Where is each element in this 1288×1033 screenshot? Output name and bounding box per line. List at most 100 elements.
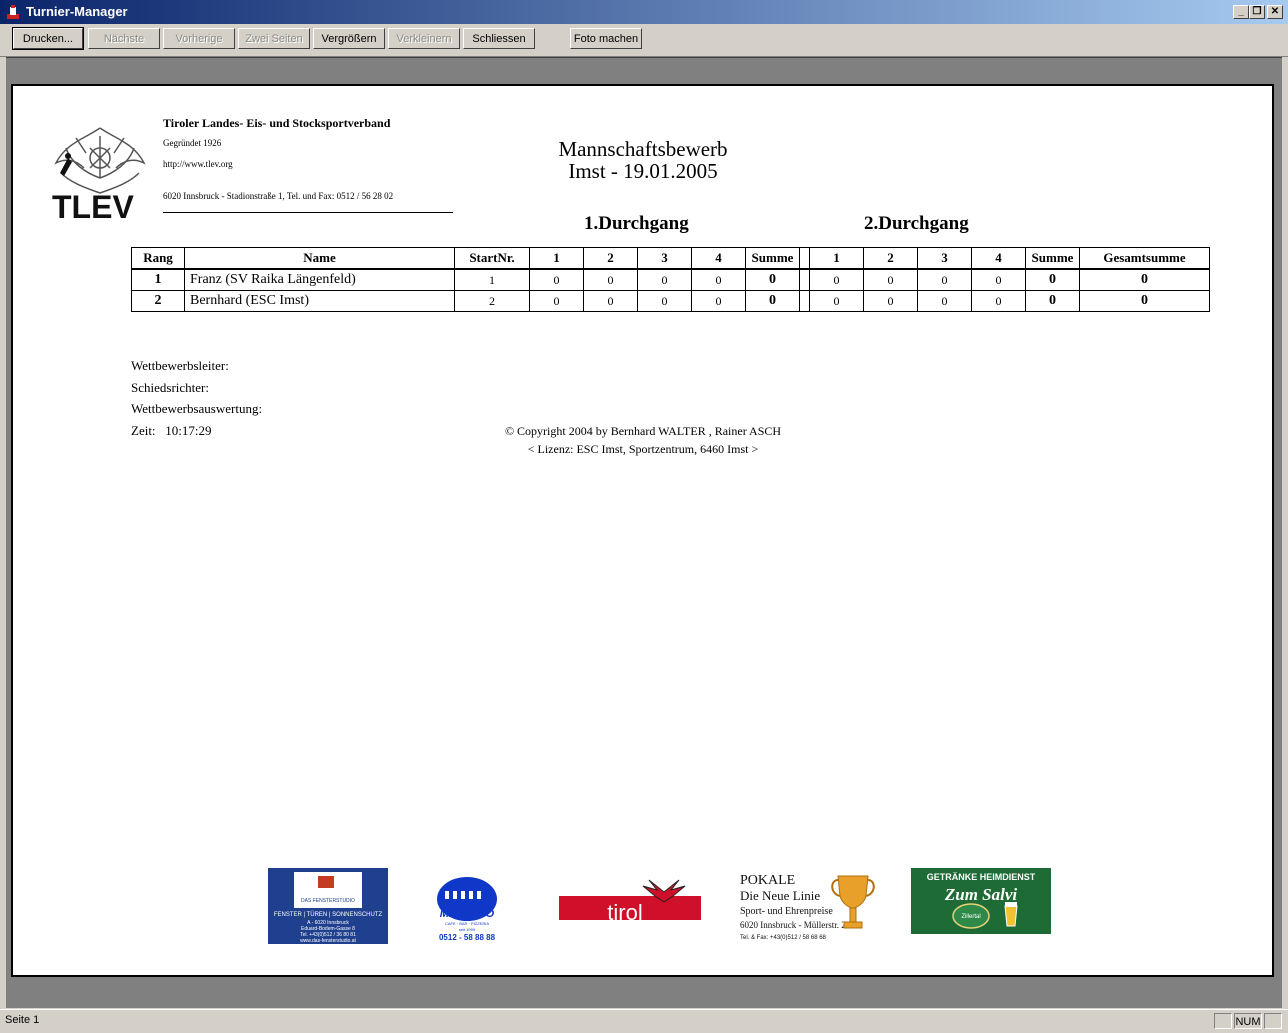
svg-text:Zum Salvi: Zum Salvi	[944, 885, 1018, 904]
sponsor-logo-fensterstudio: DAS FENSTERSTUDIO FENSTER | TÜREN | SONN…	[268, 868, 388, 944]
round-2-heading: 2.Durchgang	[864, 213, 969, 234]
sponsor-logo-maurizio: MAURIZIO CAFE · BAR · PIZZERIA seit 1999…	[437, 877, 497, 942]
print-button[interactable]: Drucken...	[12, 27, 84, 50]
svg-text:Zillertal: Zillertal	[961, 914, 980, 920]
report-subtitle: Imst - 19.01.2005	[568, 159, 718, 183]
svg-text:6020 Innsbruck - Müllerstr. 20: 6020 Innsbruck - Müllerstr. 20	[740, 920, 851, 930]
column-header: Rang	[131, 247, 185, 270]
zoom-out-button[interactable]: Verkleinern	[388, 28, 460, 49]
column-spacer	[799, 247, 810, 270]
total-cell: 0	[1079, 290, 1210, 312]
sum-cell: 0	[1025, 290, 1080, 312]
score-cell: 0	[583, 290, 638, 312]
table-row: 2 Bernhard (ESC Imst) 2 0 0 0 0 0 0 0 0 …	[131, 290, 1210, 312]
rank-cell: 2	[131, 290, 185, 312]
svg-text:GETRÄNKE HEIMDIENST: GETRÄNKE HEIMDIENST	[927, 872, 1036, 882]
svg-text:seit 1999: seit 1999	[459, 927, 476, 932]
score-cell: 0	[529, 268, 584, 291]
startnr-cell: 1	[454, 268, 530, 291]
logo-text: TLEV	[52, 189, 134, 225]
column-header: Name	[184, 247, 455, 270]
spacer-cell	[799, 290, 810, 312]
score-cell: 0	[583, 268, 638, 291]
total-cell: 0	[1079, 268, 1210, 291]
column-header: 3	[917, 247, 972, 270]
leader-label: Wettbewerbsleiter:	[131, 358, 229, 373]
score-cell: 0	[971, 290, 1026, 312]
rank-cell: 1	[131, 268, 185, 291]
column-header: 4	[691, 247, 746, 270]
svg-text:FENSTER | TÜREN | SONNENSCHUTZ: FENSTER | TÜREN | SONNENSCHUTZ	[274, 911, 383, 918]
startnr-cell: 2	[454, 290, 530, 312]
table-row: 1 Franz (SV Raika Längenfeld) 1 0 0 0 0 …	[131, 268, 1210, 291]
org-name: Tiroler Landes- Eis- und Stocksportverba…	[163, 116, 391, 130]
column-header: 1	[529, 247, 584, 270]
time-row: Zeit: 10:17:29	[131, 423, 212, 439]
org-founded: Gegründet 1926	[163, 138, 222, 148]
name-cell: Franz (SV Raika Längenfeld)	[184, 268, 455, 291]
column-header: Summe	[1025, 247, 1080, 270]
license-text: < Lizenz: ESC Imst, Sportzentrum, 6460 I…	[527, 442, 759, 456]
restore-button[interactable]: ❐	[1249, 5, 1265, 19]
minimize-button[interactable]: _	[1233, 5, 1249, 19]
svg-text:CAFE · BAR · PIZZERIA: CAFE · BAR · PIZZERIA	[445, 921, 489, 926]
title-bar: Turnier-Manager _ ❐ ✕	[0, 0, 1288, 24]
time-value: 10:17:29	[165, 423, 212, 438]
close-preview-button[interactable]: Schliessen	[463, 28, 535, 49]
score-cell: 0	[691, 268, 746, 291]
svg-text:0512 - 58 88 88: 0512 - 58 88 88	[439, 933, 496, 942]
window-title: Turnier-Manager	[26, 4, 128, 19]
time-label: Zeit:	[131, 423, 156, 438]
table-header-row: Rang Name StartNr. 1 2 3 4 Summe 1 2 3 4…	[131, 247, 1210, 270]
status-pane-empty-2	[1264, 1013, 1282, 1029]
status-pane-empty	[1214, 1013, 1232, 1029]
column-header: 2	[583, 247, 638, 270]
score-cell: 0	[917, 268, 972, 291]
svg-text:MAURIZIO: MAURIZIO	[440, 908, 495, 920]
score-cell: 0	[863, 290, 918, 312]
score-cell: 0	[863, 268, 918, 291]
column-header: 3	[637, 247, 692, 270]
column-header: StartNr.	[454, 247, 530, 270]
status-bar: Seite 1 NUM	[0, 1009, 1288, 1033]
sponsor-logo-zum-salvi: GETRÄNKE HEIMDIENST Zum Salvi Zillertal	[911, 868, 1051, 934]
zoom-in-button[interactable]: Vergrößern	[313, 28, 385, 49]
spacer-cell	[799, 268, 810, 291]
column-header: 4	[971, 247, 1026, 270]
two-pages-button[interactable]: Zwei Seiten	[238, 28, 310, 49]
sum-cell: 0	[1025, 268, 1080, 291]
score-cell: 0	[691, 290, 746, 312]
score-cell: 0	[917, 290, 972, 312]
copyright-text: © Copyright 2004 by Bernhard WALTER , Ra…	[504, 424, 782, 438]
tlev-logo: TLEV	[52, 127, 146, 225]
org-url: http://www.tlev.org	[163, 159, 233, 169]
svg-text:POKALE: POKALE	[740, 873, 795, 888]
sponsor-logo-pokale: POKALE Die Neue Linie Sport- und Ehrenpr…	[740, 873, 875, 941]
evaluation-label: Wettbewerbsauswertung:	[131, 401, 263, 416]
sum-cell: 0	[745, 290, 800, 312]
round-1-heading: 1.Durchgang	[584, 213, 689, 234]
sponsor-logo-tirol: tirol	[559, 879, 701, 925]
name-cell: Bernhard (ESC Imst)	[184, 290, 455, 312]
org-divider	[163, 212, 453, 213]
svg-text:DAS FENSTERSTUDIO: DAS FENSTERSTUDIO	[301, 898, 355, 904]
column-header: 1	[809, 247, 864, 270]
column-header: 2	[863, 247, 918, 270]
svg-text:Die Neue Linie: Die Neue Linie	[740, 888, 820, 903]
column-header: Summe	[745, 247, 800, 270]
sum-cell: 0	[745, 268, 800, 291]
num-lock-indicator: NUM	[1234, 1013, 1262, 1029]
next-page-button[interactable]: Nächste	[88, 28, 160, 49]
report-page: TLEV Tiroler Landes- Eis- und Stocksport…	[11, 84, 1274, 977]
score-cell: 0	[637, 268, 692, 291]
svg-text:tirol: tirol	[607, 900, 642, 925]
app-icon	[7, 5, 19, 19]
page-indicator: Seite 1	[5, 1014, 40, 1026]
previous-page-button[interactable]: Vorherige	[163, 28, 235, 49]
score-cell: 0	[529, 290, 584, 312]
score-cell: 0	[971, 268, 1026, 291]
svg-text:www.das-fensterstudio.at: www.das-fensterstudio.at	[300, 938, 356, 944]
snapshot-button[interactable]: Foto machen	[570, 28, 642, 49]
score-cell: 0	[637, 290, 692, 312]
close-button[interactable]: ✕	[1267, 5, 1283, 19]
